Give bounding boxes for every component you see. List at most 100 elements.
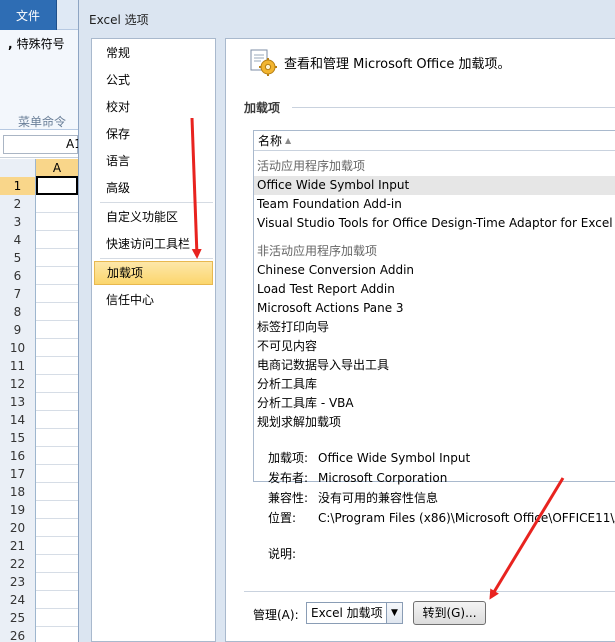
row-header[interactable]: 11 bbox=[0, 357, 36, 375]
nav-item-general[interactable]: 常规 bbox=[94, 41, 213, 65]
row-header[interactable]: 5 bbox=[0, 249, 36, 267]
go-button[interactable]: 转到(G)... bbox=[413, 601, 486, 625]
cell[interactable] bbox=[36, 321, 78, 339]
sort-ascending-icon: ▲ bbox=[285, 136, 292, 145]
name-box[interactable]: A1 bbox=[3, 135, 82, 154]
cell[interactable] bbox=[36, 429, 78, 447]
row-header[interactable]: 7 bbox=[0, 285, 36, 303]
ribbon-special-symbol[interactable]: , 特殊符号 bbox=[8, 35, 65, 52]
row-header[interactable]: 23 bbox=[0, 573, 36, 591]
options-nav: 常规 公式 校对 保存 语言 高级 自定义功能区 快速访问工具栏 加载项 信任中… bbox=[91, 38, 216, 642]
nav-item-formulas[interactable]: 公式 bbox=[94, 68, 213, 92]
cell[interactable] bbox=[36, 411, 78, 429]
cell[interactable] bbox=[36, 195, 78, 213]
row-header[interactable]: 10 bbox=[0, 339, 36, 357]
manage-select[interactable]: Excel 加载项 ▼ bbox=[306, 602, 403, 624]
table-row: 25 bbox=[0, 609, 78, 627]
row-header[interactable]: 16 bbox=[0, 447, 36, 465]
nav-item-language[interactable]: 语言 bbox=[94, 149, 213, 173]
column-header-name[interactable]: 名称 ▲ bbox=[254, 131, 615, 151]
cell[interactable] bbox=[36, 285, 78, 303]
cell[interactable] bbox=[36, 609, 78, 627]
cell[interactable] bbox=[36, 501, 78, 519]
nav-item-proofing[interactable]: 校对 bbox=[94, 95, 213, 119]
list-item[interactable]: 规划求解加载项 bbox=[254, 413, 615, 432]
list-item[interactable]: 电商记数据导入导出工具 bbox=[254, 356, 615, 375]
nav-item-customize-ribbon[interactable]: 自定义功能区 bbox=[94, 205, 213, 229]
cell[interactable] bbox=[36, 573, 78, 591]
cell[interactable] bbox=[36, 483, 78, 501]
row-header[interactable]: 14 bbox=[0, 411, 36, 429]
list-item[interactable]: 分析工具库 - VBA bbox=[254, 394, 615, 413]
nav-item-trust-center[interactable]: 信任中心 bbox=[94, 288, 213, 312]
row-header[interactable]: 18 bbox=[0, 483, 36, 501]
list-item[interactable]: Office Wide Symbol Input bbox=[254, 176, 615, 195]
cell[interactable] bbox=[36, 176, 78, 195]
row-header[interactable]: 3 bbox=[0, 213, 36, 231]
cell[interactable] bbox=[36, 249, 78, 267]
detail-label: 发布者: bbox=[268, 471, 309, 485]
cell[interactable] bbox=[36, 303, 78, 321]
list-item[interactable]: 标签打印向导 bbox=[254, 318, 615, 337]
table-row: 7 bbox=[0, 285, 78, 303]
nav-item-add-ins[interactable]: 加载项 bbox=[94, 261, 213, 285]
row-header[interactable]: 24 bbox=[0, 591, 36, 609]
row-header[interactable]: 22 bbox=[0, 555, 36, 573]
cell[interactable] bbox=[36, 357, 78, 375]
cell[interactable] bbox=[36, 447, 78, 465]
formula-bar: A1 bbox=[0, 131, 82, 158]
add-ins-list[interactable]: 名称 ▲ 活动应用程序加载项 Office Wide Symbol Input T… bbox=[253, 130, 615, 482]
select-all-corner[interactable] bbox=[0, 159, 36, 177]
column-name-label: 名称 bbox=[258, 134, 283, 148]
row-header[interactable]: 4 bbox=[0, 231, 36, 249]
row-header[interactable]: 17 bbox=[0, 465, 36, 483]
row-header[interactable]: 20 bbox=[0, 519, 36, 537]
nav-divider bbox=[100, 258, 213, 259]
row-header[interactable]: 6 bbox=[0, 267, 36, 285]
cell[interactable] bbox=[36, 537, 78, 555]
row-header[interactable]: 26 bbox=[0, 627, 36, 642]
row-header[interactable]: 12 bbox=[0, 375, 36, 393]
list-item[interactable]: Load Test Report Addin bbox=[254, 280, 615, 299]
cell[interactable] bbox=[36, 339, 78, 357]
row-header[interactable]: 19 bbox=[0, 501, 36, 519]
worksheet-grid[interactable]: A 1 2 3 4 5 6 7 8 9 10 11 12 13 14 15 16 17 18 19 20 21 22 23 2… bbox=[0, 159, 78, 642]
cell[interactable] bbox=[36, 591, 78, 609]
table-row: 9 bbox=[0, 321, 78, 339]
list-item[interactable]: Team Foundation Add-in bbox=[254, 195, 615, 214]
table-row: 14 bbox=[0, 411, 78, 429]
row-list: 1 2 3 4 5 6 7 8 9 10 11 12 13 14 15 16 17 18 19 20 21 22 23 24 2… bbox=[0, 176, 78, 642]
cell[interactable] bbox=[36, 393, 78, 411]
list-item[interactable]: 分析工具库 bbox=[254, 375, 615, 394]
manage-select-value: Excel 加载项 bbox=[311, 606, 383, 620]
row-header[interactable]: 8 bbox=[0, 303, 36, 321]
row-header[interactable]: 1 bbox=[0, 177, 36, 195]
list-item[interactable]: 不可见内容 bbox=[254, 337, 615, 356]
cell[interactable] bbox=[36, 231, 78, 249]
row-header[interactable]: 21 bbox=[0, 537, 36, 555]
row-header[interactable]: 2 bbox=[0, 195, 36, 213]
nav-item-save[interactable]: 保存 bbox=[94, 122, 213, 146]
list-item[interactable]: Chinese Conversion Addin bbox=[254, 261, 615, 280]
list-item[interactable]: Visual Studio Tools for Office Design-Ti… bbox=[254, 214, 615, 233]
row-header[interactable]: 13 bbox=[0, 393, 36, 411]
list-item[interactable]: Microsoft Actions Pane 3 bbox=[254, 299, 615, 318]
row-header[interactable]: 25 bbox=[0, 609, 36, 627]
detail-value: C:\Program Files (x86)\Microsoft Office\… bbox=[318, 511, 615, 525]
list-group-header: 活动应用程序加载项 bbox=[257, 159, 366, 173]
row-header[interactable]: 9 bbox=[0, 321, 36, 339]
cell[interactable] bbox=[36, 375, 78, 393]
cell[interactable] bbox=[36, 213, 78, 231]
file-tab[interactable]: 文件 bbox=[0, 0, 57, 30]
nav-item-advanced[interactable]: 高级 bbox=[94, 176, 213, 200]
row-header[interactable]: 15 bbox=[0, 429, 36, 447]
cell[interactable] bbox=[36, 465, 78, 483]
table-row: 18 bbox=[0, 483, 78, 501]
cell[interactable] bbox=[36, 519, 78, 537]
cell[interactable] bbox=[36, 627, 78, 642]
chevron-down-icon[interactable]: ▼ bbox=[386, 603, 402, 623]
cell[interactable] bbox=[36, 267, 78, 285]
cell[interactable] bbox=[36, 555, 78, 573]
nav-item-quick-access-toolbar[interactable]: 快速访问工具栏 bbox=[94, 232, 213, 256]
column-header-a[interactable]: A bbox=[36, 159, 78, 177]
